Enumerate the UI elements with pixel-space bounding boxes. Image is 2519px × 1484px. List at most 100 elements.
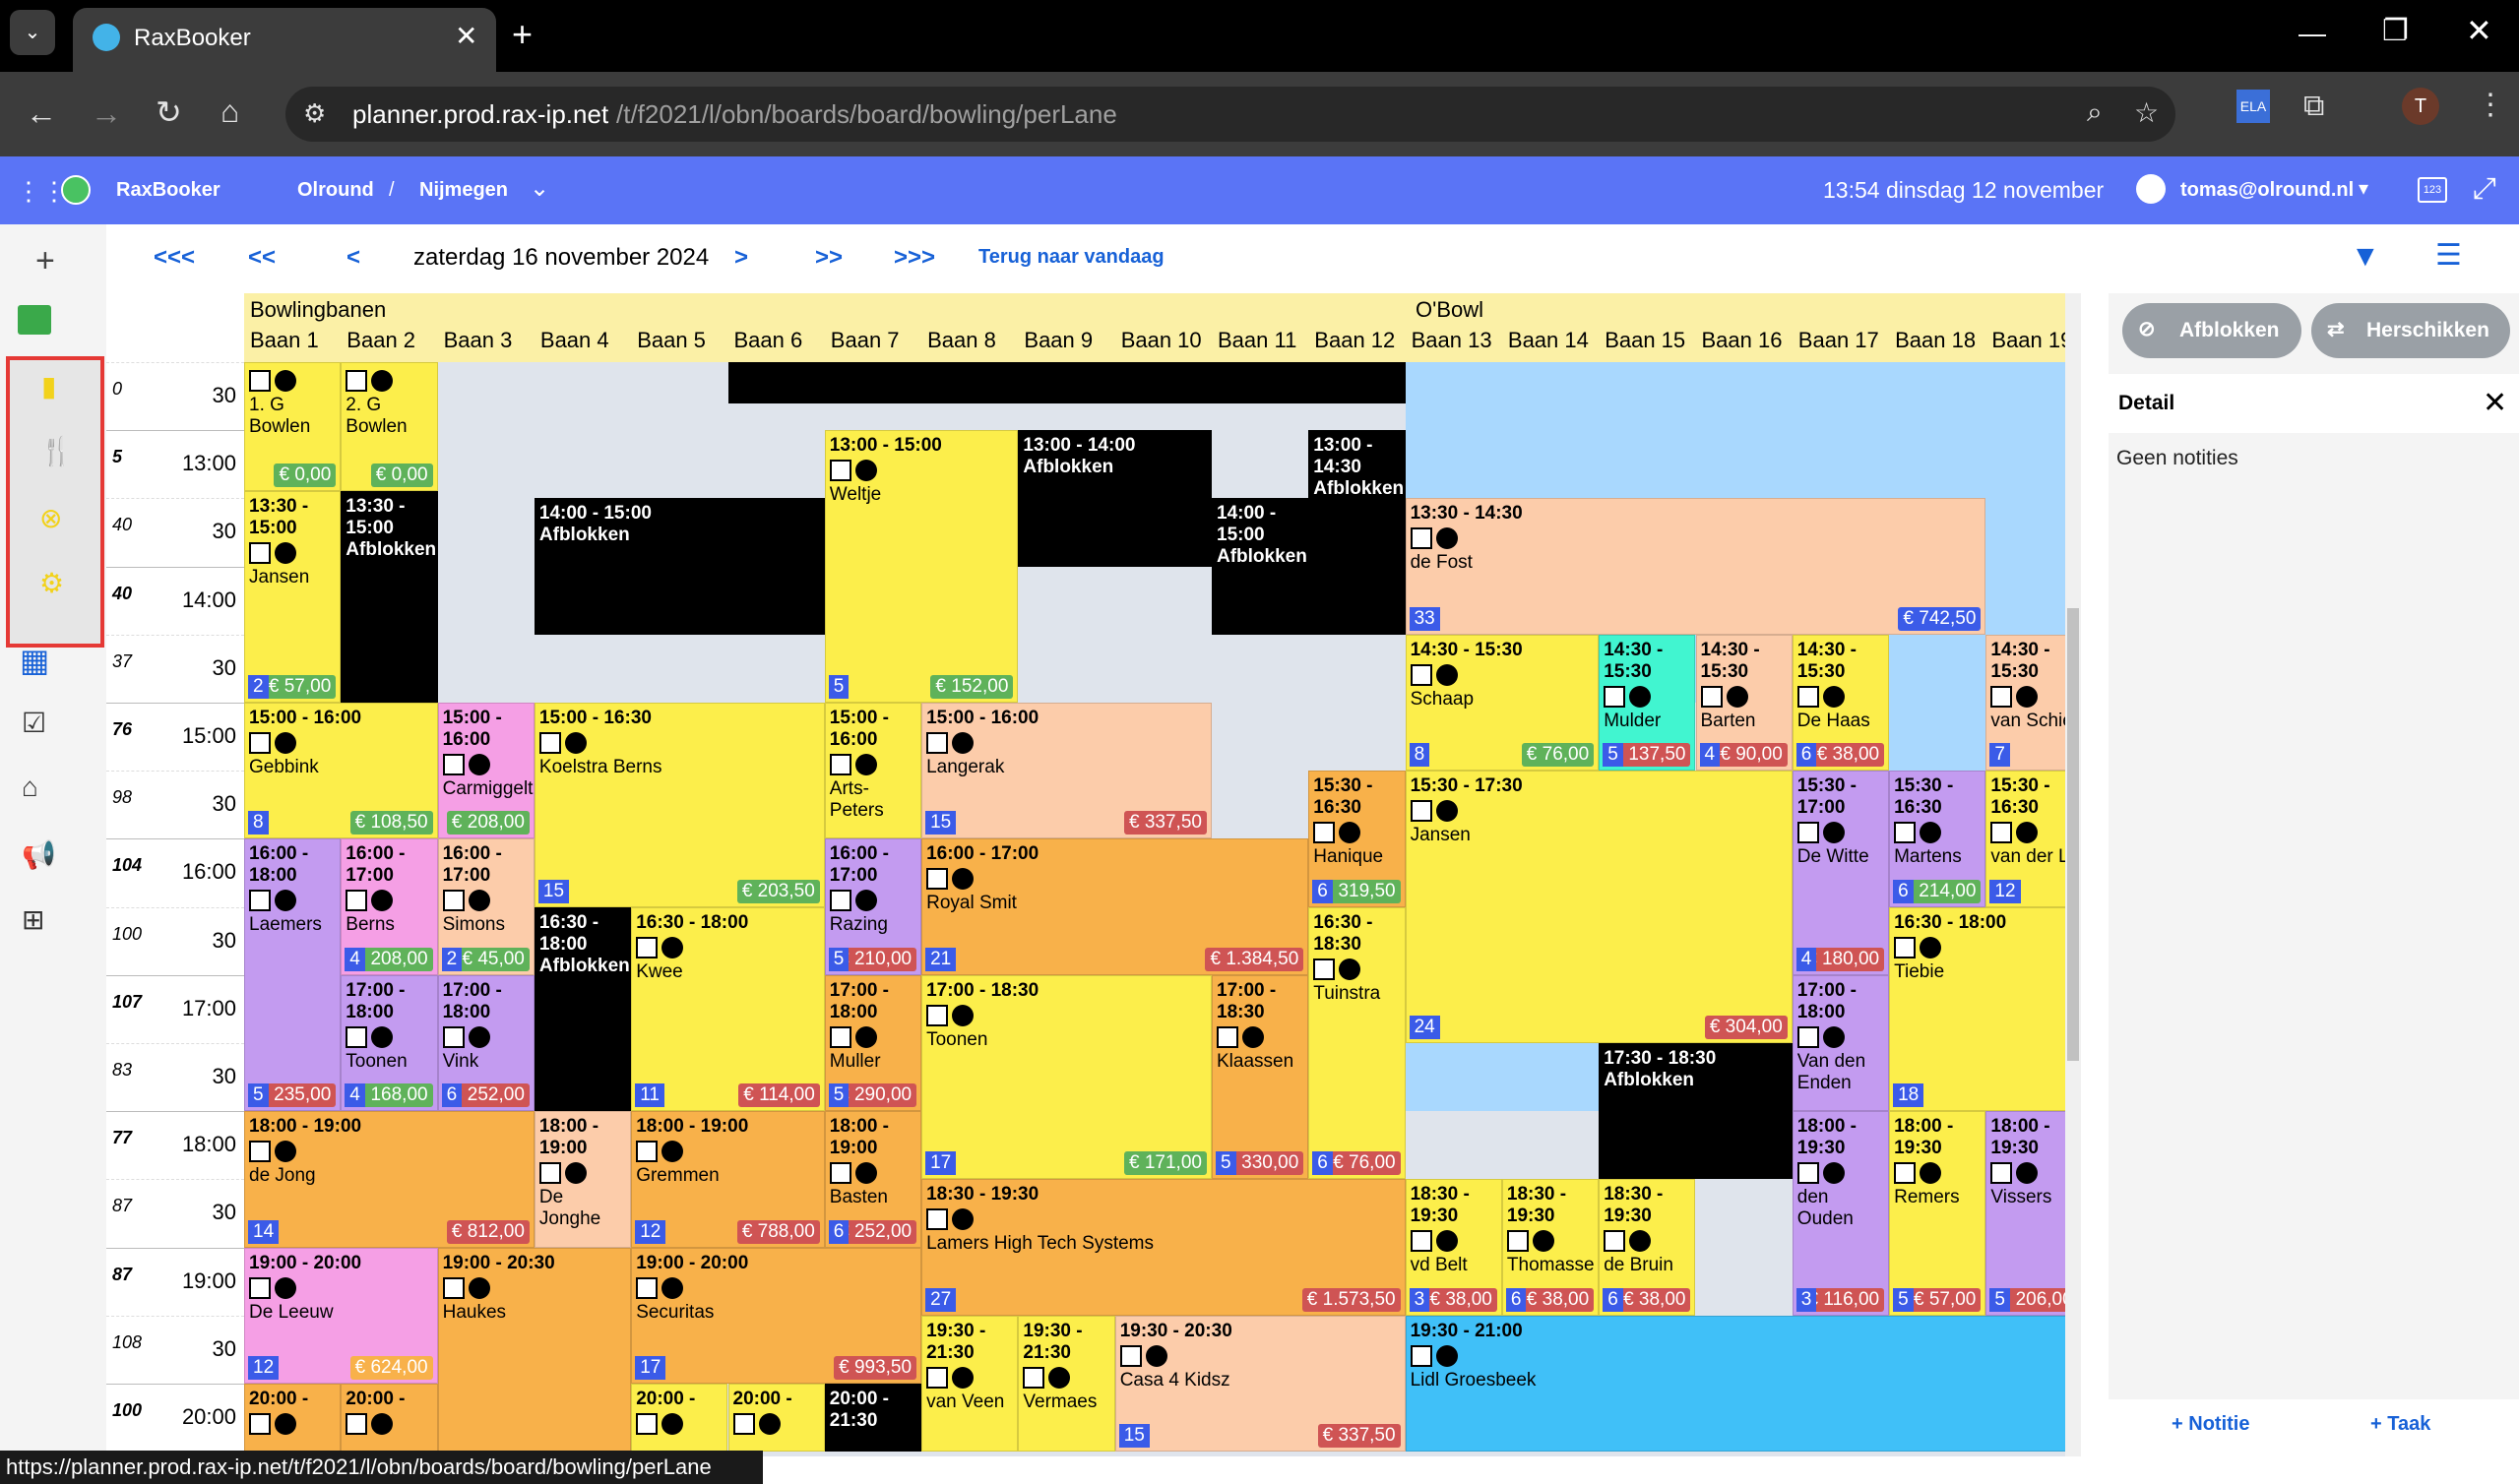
checkbox-icon[interactable]	[442, 1276, 465, 1299]
booking-card[interactable]: 18:00 - 19:00 Gremmen € 788,00 12	[631, 1111, 825, 1248]
lane-label[interactable]: Baan 12	[1314, 328, 1395, 353]
checkbox-icon[interactable]	[442, 1025, 465, 1048]
checkbox-icon[interactable]	[442, 754, 465, 775]
lane-label[interactable]: Baan 18	[1895, 328, 1976, 353]
checkbox-icon[interactable]	[249, 732, 271, 754]
checkbox-icon[interactable]	[346, 370, 368, 392]
lane-label[interactable]: Baan 8	[927, 328, 996, 353]
checklist-icon[interactable]: ☑	[22, 707, 46, 739]
lane-label[interactable]: Baan 1	[250, 328, 319, 353]
checkbox-icon[interactable]	[1700, 685, 1723, 708]
today-link[interactable]: Terug naar vandaag	[978, 246, 1165, 269]
checkbox-icon[interactable]	[1796, 822, 1819, 844]
booking-card[interactable]: 15:00 - 16:30 Koelstra Berns € 203,50 15	[534, 703, 825, 907]
booking-card[interactable]: 16:00 - 18:00 Laemers € 235,00 5	[244, 838, 342, 1112]
booking-card[interactable]: 20:00 -	[341, 1384, 438, 1453]
lane-label[interactable]: Baan 13	[1412, 328, 1492, 353]
back-icon[interactable]: ←	[26, 95, 57, 132]
booking-card[interactable]: 20:00 -	[244, 1384, 342, 1453]
booking-card[interactable]: 15:30 - 17:00 De Witte € 180,00 4	[1792, 771, 1890, 975]
booking-card[interactable]: 15:00 - 16:00 Langerak € 337,50 15	[921, 703, 1212, 839]
checkbox-icon[interactable]	[829, 754, 851, 775]
filter-icon[interactable]: ▼	[2351, 240, 2380, 274]
settings-icon[interactable]: ⚙	[39, 567, 64, 599]
checkbox-icon[interactable]	[1990, 1162, 2013, 1185]
checkbox-icon[interactable]	[1604, 685, 1626, 708]
booking-card[interactable]: 15:30 - 17:30 Jansen € 304,00 24	[1405, 771, 1793, 1043]
checkbox-icon[interactable]	[1894, 822, 1917, 844]
booking-card[interactable]: 14:30 - 15:30 De Haas € 38,00 6	[1792, 634, 1890, 772]
lane-label[interactable]: Baan 6	[734, 328, 803, 353]
booking-card[interactable]: 20:00 -	[631, 1384, 728, 1453]
add-icon[interactable]: +	[35, 242, 55, 280]
booking-card[interactable]: 2. G Bowlen € 0,00	[341, 362, 438, 492]
block-button[interactable]: ⊘ Afblokken	[2122, 303, 2301, 358]
back-week-button[interactable]: <<<	[154, 244, 195, 272]
user-email[interactable]: tomas@olround.nl	[2180, 179, 2354, 202]
checkbox-icon[interactable]	[1796, 1025, 1819, 1048]
checkbox-icon[interactable]	[1313, 958, 1336, 980]
checkbox-icon[interactable]	[249, 1141, 271, 1163]
checkbox-icon[interactable]	[249, 1276, 271, 1299]
booking-card[interactable]: 19:00 - 20:00 Securitas € 993,50 17	[631, 1247, 922, 1384]
checkbox-icon[interactable]	[249, 890, 271, 912]
booking-card[interactable]: 19:30 - 20:30 Casa 4 Kidsz € 337,50 15	[1114, 1315, 1406, 1453]
blocked-slot[interactable]: 17:30 - 18:30 Afblokken	[1599, 1043, 1793, 1180]
booking-card[interactable]: 18:00 - 19:00 Basten € 252,00 6	[824, 1111, 922, 1248]
checkbox-icon[interactable]	[926, 1366, 949, 1389]
checkbox-icon[interactable]	[829, 1162, 851, 1185]
blocked-slot[interactable]: 14:00 - 15:00 Afblokken	[534, 498, 825, 635]
bowling-pin-icon[interactable]: ▮	[41, 370, 56, 402]
booking-card[interactable]: 19:30 - 21:30 van Veen	[921, 1315, 1019, 1453]
checkbox-icon[interactable]	[636, 1276, 659, 1299]
booking-card[interactable]: 17:00 - 18:00 Vink € 252,00 6	[437, 974, 535, 1112]
booking-card[interactable]: 17:00 - 18:00 Toonen € 168,00 4	[341, 974, 438, 1112]
booking-card[interactable]: 16:00 - 17:00 Royal Smit € 1.384,50 21	[921, 838, 1309, 975]
reload-icon[interactable]: ↻	[156, 93, 182, 131]
blocked-slot[interactable]: 13:00 - 14:00 Afblokken	[1018, 430, 1212, 567]
blocked-slot[interactable]: 14:00 - 15:00 Afblokken	[1212, 498, 1309, 635]
checkbox-icon[interactable]	[1313, 822, 1336, 844]
lane-label[interactable]: Baan 4	[540, 328, 609, 353]
booking-card[interactable]: 16:00 - 17:00 Razing € 210,00 5	[824, 838, 922, 975]
tune-icon[interactable]: ☰	[2435, 238, 2462, 273]
fullscreen-icon[interactable]: ⤢	[2473, 172, 2496, 206]
lane-label[interactable]: Baan 11	[1218, 328, 1296, 353]
bookmark-star-icon[interactable]: ☆	[2134, 96, 2159, 129]
minimize-icon[interactable]: —	[2299, 18, 2326, 49]
circle-x-icon[interactable]: ⊗	[39, 502, 62, 534]
lane-label[interactable]: Baan 5	[637, 328, 706, 353]
checkbox-icon[interactable]	[1604, 1230, 1626, 1253]
fwd-day-button[interactable]: >>	[815, 244, 843, 272]
booking-card[interactable]: 1. G Bowlen € 0,00	[244, 362, 342, 492]
checkbox-icon[interactable]	[926, 732, 949, 754]
checkbox-icon[interactable]	[1990, 685, 2013, 708]
extension-ela-icon[interactable]: ELA	[2236, 90, 2270, 123]
booking-card[interactable]: 16:00 - 17:00 Simons € 45,00 2	[437, 838, 535, 975]
checkbox-icon[interactable]	[1410, 663, 1432, 686]
checkbox-icon[interactable]	[538, 1162, 561, 1185]
checkbox-icon[interactable]	[1990, 822, 2013, 844]
lane-label[interactable]: Baan 17	[1798, 328, 1879, 353]
booking-card[interactable]: 19:00 - 20:30 Haukes	[437, 1247, 632, 1453]
add-task-button[interactable]: + Taak	[2370, 1413, 2430, 1436]
lane-label[interactable]: Baan 9	[1024, 328, 1093, 353]
checkbox-icon[interactable]	[1894, 1162, 1917, 1185]
checkbox-icon[interactable]	[636, 1141, 659, 1163]
store-icon[interactable]: ⌂	[22, 772, 38, 803]
checkbox-icon[interactable]	[1894, 936, 1917, 958]
booking-card[interactable]: 18:00 - 19:00 de Jong € 812,00 14	[244, 1111, 535, 1248]
reschedule-button[interactable]: ⇄ Herschikken	[2311, 303, 2510, 358]
booking-card[interactable]: 15:30 - 16:30 Martens € 214,00 6	[1889, 771, 1986, 907]
checkbox-icon[interactable]	[249, 1413, 271, 1435]
booking-card[interactable]: 19:30 - 21:30 Vermaes	[1018, 1315, 1115, 1453]
checkbox-icon[interactable]	[636, 1413, 659, 1435]
dashboard-icon[interactable]: ▦	[20, 642, 49, 679]
checkbox-icon[interactable]	[829, 1025, 851, 1048]
checkbox-icon[interactable]	[829, 890, 851, 912]
browser-tab[interactable]: RaxBooker ✕	[73, 8, 496, 72]
checkbox-icon[interactable]	[346, 1025, 368, 1048]
checkbox-icon[interactable]	[1506, 1230, 1529, 1253]
booking-card[interactable]: 17:00 - 18:30 Klaassen € 330,00 5	[1212, 974, 1309, 1180]
current-date[interactable]: zaterdag 16 november 2024	[413, 244, 709, 272]
